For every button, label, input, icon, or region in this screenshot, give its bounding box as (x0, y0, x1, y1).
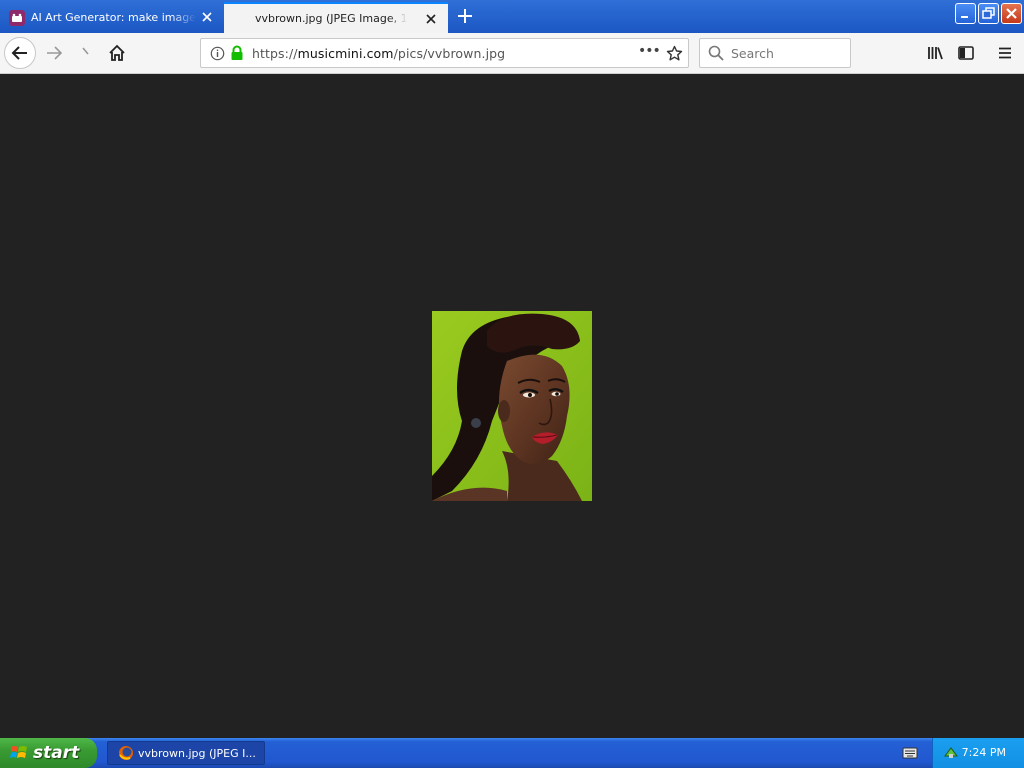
taskbar: start vvbrown.jpg (JPEG I... 7:24 PM (0, 738, 1024, 768)
search-icon (708, 45, 724, 61)
network-icon[interactable] (943, 744, 959, 760)
minimize-button[interactable] (955, 3, 976, 24)
tab-strip: AI Art Generator: make images w vvbrown.… (0, 0, 1024, 33)
sidebar-button[interactable] (951, 38, 981, 68)
url-host: musicmini.com (297, 46, 394, 61)
taskbar-item-firefox[interactable]: vvbrown.jpg (JPEG I... (107, 741, 265, 765)
close-tab-icon[interactable] (424, 12, 438, 26)
keyboard-icon[interactable] (902, 746, 918, 760)
tab-title: AI Art Generator: make images w (31, 11, 196, 24)
clock[interactable]: 7:24 PM (962, 746, 1006, 759)
tab-ai-art-generator[interactable]: AI Art Generator: make images w (0, 2, 224, 33)
new-tab-icon[interactable] (456, 7, 474, 25)
start-label: start (33, 743, 80, 763)
home-icon (109, 44, 125, 61)
portrait-photo[interactable] (432, 311, 592, 501)
search-bar[interactable]: Search (699, 38, 851, 68)
windows-logo-icon (10, 746, 27, 758)
restore-button[interactable] (978, 3, 999, 24)
loading-icon (82, 47, 89, 55)
search-input[interactable]: Search (731, 46, 774, 61)
image-viewer (0, 74, 1024, 738)
forward-button[interactable] (39, 38, 69, 68)
firefox-icon (119, 746, 133, 760)
info-icon[interactable] (210, 46, 225, 61)
start-button[interactable]: start (0, 738, 97, 768)
lock-icon[interactable] (230, 45, 244, 61)
close-window-button[interactable] (1001, 3, 1022, 24)
tab-title: vvbrown.jpg (JPEG Image, 160 × (255, 12, 407, 25)
url-path: /pics/vvbrown.jpg (393, 46, 506, 61)
art-generator-icon (9, 9, 25, 26)
system-tray: 7:24 PM (932, 738, 1024, 768)
tab-vvbrown-image[interactable]: vvbrown.jpg (JPEG Image, 160 × (224, 2, 448, 33)
page-actions-menu-icon[interactable]: ••• (638, 43, 661, 59)
library-icon (928, 47, 943, 60)
url-text[interactable]: https://musicmini.com/pics/vvbrown.jpg (252, 46, 505, 61)
close-tab-icon[interactable] (200, 10, 214, 24)
arrow-right-icon (47, 46, 63, 60)
navigation-toolbar: https://musicmini.com/pics/vvbrown.jpg •… (0, 33, 1024, 74)
reload-button[interactable] (68, 38, 98, 68)
hamburger-menu-icon (999, 47, 1011, 59)
library-button[interactable] (920, 38, 950, 68)
taskbar-item-label: vvbrown.jpg (JPEG I... (138, 746, 256, 760)
url-scheme: https:// (252, 46, 298, 61)
bookmark-star-icon[interactable] (666, 45, 683, 62)
back-button[interactable] (4, 37, 36, 69)
address-bar[interactable]: https://musicmini.com/pics/vvbrown.jpg •… (200, 38, 689, 68)
arrow-left-icon (11, 46, 27, 60)
home-button[interactable] (102, 38, 132, 68)
sidebar-icon (958, 46, 974, 60)
menu-button[interactable] (990, 38, 1020, 68)
